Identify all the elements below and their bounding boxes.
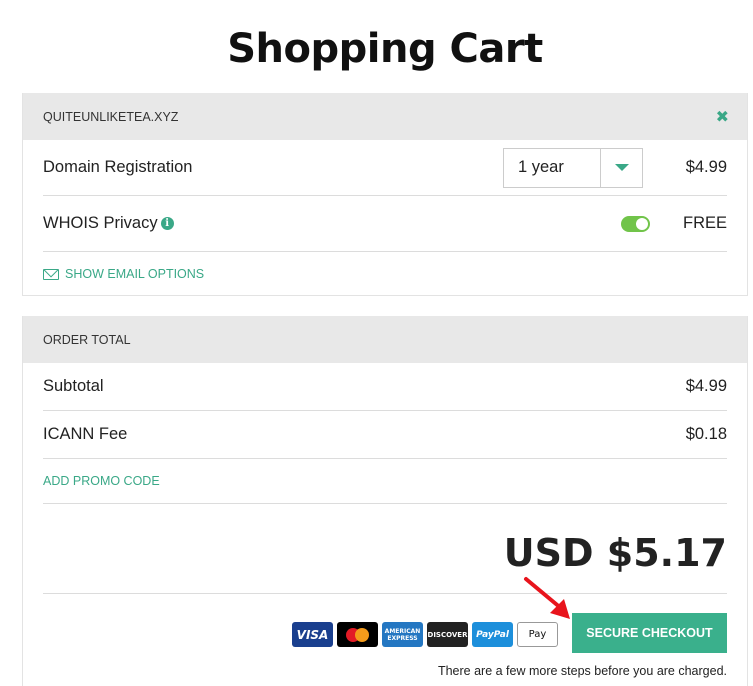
add-promo-code-link[interactable]: ADD PROMO CODE <box>43 474 160 488</box>
annotation-arrow-icon <box>524 577 570 619</box>
whois-privacy-row: WHOIS Privacy i FREE <box>43 196 727 252</box>
order-total-amount: USD $5.17 <box>503 531 727 575</box>
envelope-icon <box>43 268 59 280</box>
icann-fee-value: $0.18 <box>685 425 727 443</box>
order-total-header: ORDER TOTAL <box>23 316 747 363</box>
promo-code-row: ADD PROMO CODE <box>43 459 727 504</box>
domain-card-header: QUITEUNLIKETEA.XYZ ✖ <box>23 93 747 140</box>
show-email-options-label: SHOW EMAIL OPTIONS <box>65 267 205 281</box>
registration-term-value: 1 year <box>518 158 564 176</box>
whois-privacy-toggle[interactable] <box>620 215 650 232</box>
subtotal-label: Subtotal <box>43 377 104 395</box>
whois-privacy-label: WHOIS Privacy <box>43 214 158 232</box>
checkout-note: There are a few more steps before you ar… <box>437 664 727 678</box>
subtotal-row: Subtotal $4.99 <box>43 363 727 411</box>
domain-card: QUITEUNLIKETEA.XYZ ✖ Domain Registration… <box>22 93 748 296</box>
secure-checkout-button[interactable]: SECURE CHECKOUT <box>572 613 727 653</box>
mastercard-icon <box>337 622 378 647</box>
order-total-title: ORDER TOTAL <box>43 332 131 347</box>
domain-registration-label: Domain Registration <box>43 158 193 176</box>
icann-fee-row: ICANN Fee $0.18 <box>43 411 727 459</box>
paypal-icon: PayPal <box>472 622 513 647</box>
whois-privacy-price: FREE <box>682 214 727 232</box>
registration-price: $4.99 <box>685 158 727 176</box>
info-icon[interactable]: i <box>160 217 174 230</box>
subtotal-value: $4.99 <box>685 377 727 395</box>
icann-fee-label: ICANN Fee <box>43 425 128 443</box>
chevron-down-icon[interactable] <box>600 148 642 187</box>
domain-name: QUITEUNLIKETEA.XYZ <box>43 109 179 124</box>
domain-registration-row: Domain Registration 1 year $4.99 <box>43 140 727 196</box>
page-title: Shopping Cart <box>227 26 543 72</box>
visa-icon: VISA <box>292 622 333 647</box>
payment-methods: VISA AMERICAN EXPRESS DISCOVER PayPal Pay <box>292 622 558 647</box>
discover-icon: DISCOVER <box>427 622 468 647</box>
amex-icon: AMERICAN EXPRESS <box>382 622 423 647</box>
close-icon[interactable]: ✖ <box>716 107 729 127</box>
apple-pay-icon: Pay <box>517 622 558 647</box>
registration-term-select[interactable]: 1 year <box>503 147 643 188</box>
show-email-options-link[interactable]: SHOW EMAIL OPTIONS <box>43 252 727 296</box>
